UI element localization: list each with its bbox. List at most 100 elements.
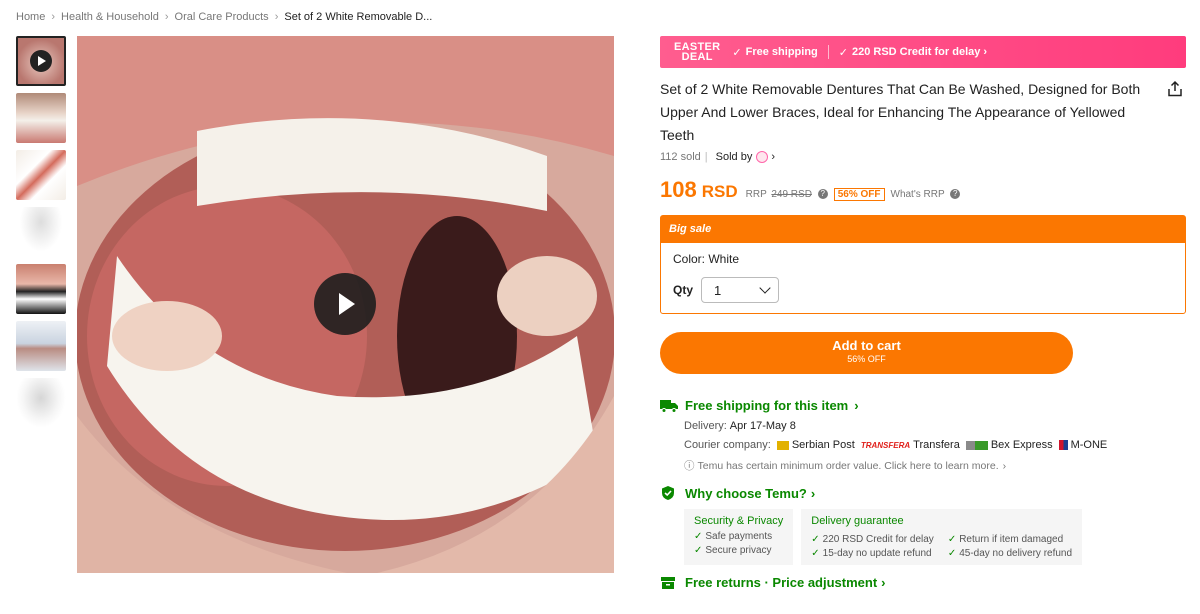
guarantee-item: 15-day no update refund xyxy=(822,548,932,559)
chevron-right-icon: › xyxy=(983,46,988,58)
price-row: 108 RSD RRP 249 RSD ? 56% OFF What's RRP… xyxy=(660,177,1186,203)
free-shipping-text: Free shipping xyxy=(745,46,818,58)
why-choose-title: Why choose Temu? xyxy=(685,485,807,501)
truck-icon xyxy=(660,399,678,413)
chevron-right-icon: › xyxy=(854,398,859,413)
return-box-icon xyxy=(661,576,675,589)
chevron-down-icon xyxy=(759,282,771,294)
breadcrumb-oral-care[interactable]: Oral Care Products xyxy=(175,11,269,23)
free-returns-title: Free returns · Price adjustment xyxy=(685,575,878,590)
deal-tag-line2: DEAL xyxy=(681,51,713,63)
check-icon: ✓ xyxy=(811,534,820,545)
shield-check-icon xyxy=(662,486,674,500)
courier-label: Courier company: xyxy=(684,439,771,451)
whats-rrp-text: What's RRP xyxy=(890,189,945,200)
guarantee-item: 220 RSD Credit for delay xyxy=(822,534,934,545)
breadcrumb-current: Set of 2 White Removable D... xyxy=(284,11,433,23)
delivery-label: Delivery: xyxy=(684,420,727,432)
add-to-cart-button[interactable]: Add to cart 56% OFF xyxy=(660,332,1073,374)
rrp: RRP 249 RSD ? xyxy=(746,189,828,200)
guarantee-cards: Security & Privacy ✓ Safe payments ✓ Secur… xyxy=(684,509,1186,565)
why-choose-link[interactable]: Why choose Temu? › xyxy=(660,485,1186,501)
check-icon: ✓ xyxy=(838,46,848,59)
delivery-guarantee-card[interactable]: Delivery guarantee ✓ 220 RSD Credit for d… xyxy=(801,509,1083,565)
security-item: Secure privacy xyxy=(705,545,772,556)
chevron-right-icon: › xyxy=(881,575,886,590)
courier-transfera: TRANSFERA Transfera xyxy=(861,439,960,451)
info-icon: ⓘ xyxy=(684,460,695,472)
check-icon: ✓ xyxy=(947,534,957,545)
free-shipping-link[interactable]: Free shipping for this item › xyxy=(660,398,1186,413)
price-currency: RSD xyxy=(701,182,738,201)
share-icon[interactable] xyxy=(1166,80,1184,98)
credit-text: 220 RSD Credit for delay xyxy=(851,46,981,58)
courier-name: Bex Express xyxy=(990,439,1053,451)
product-info-panel: EASTER DEAL ✓ Free shipping ✓ 220 RSD Cr… xyxy=(660,36,1186,590)
check-icon: ✓ xyxy=(811,548,820,559)
bex-logo-icon xyxy=(965,440,988,450)
min-order-link[interactable]: ⓘ Temu has certain minimum order value. … xyxy=(684,458,1186,473)
credit-badge[interactable]: ✓ 220 RSD Credit for delay › xyxy=(839,46,987,59)
sold-by-label: Sold by xyxy=(715,151,753,163)
courier-name: Serbian Post xyxy=(791,439,855,451)
color-label: Color: White xyxy=(673,252,740,266)
sold-count: 112 sold xyxy=(660,151,701,163)
quantity-select[interactable]: 1 xyxy=(701,277,780,303)
main-product-image[interactable] xyxy=(77,36,614,573)
delivery-value: Apr 17-May 8 xyxy=(729,420,796,432)
price-value: 108 xyxy=(660,177,697,202)
breadcrumb-health-household[interactable]: Health & Household xyxy=(61,11,159,23)
breadcrumb-home[interactable]: Home xyxy=(16,11,45,23)
thumbnail-strip xyxy=(16,36,66,435)
rrp-value: 249 RSD xyxy=(771,189,812,200)
transfera-logo-icon: TRANSFERA xyxy=(860,440,911,450)
delivery-guarantee-title: Delivery guarantee xyxy=(811,515,904,527)
discount-badge: 56% OFF xyxy=(833,188,885,201)
big-sale-box: Big sale Color: White Qty 1 xyxy=(660,215,1186,314)
courier-serbian-post: Serbian Post xyxy=(776,439,855,451)
sold-info: 112 sold | Sold by › xyxy=(660,151,776,163)
thumbnail-image[interactable] xyxy=(16,378,66,428)
qty-label: Qty xyxy=(673,283,694,297)
thumbnail-image[interactable] xyxy=(16,321,66,371)
easter-deal-tag: EASTER DEAL xyxy=(674,42,720,63)
easter-deal-banner[interactable]: EASTER DEAL ✓ Free shipping ✓ 220 RSD Cr… xyxy=(660,36,1186,68)
thumbnail-image[interactable] xyxy=(16,93,66,143)
check-icon: ✓ xyxy=(694,531,703,542)
video-play-button[interactable] xyxy=(314,273,376,335)
whats-rrp-link[interactable]: What's RRP ? xyxy=(891,189,961,200)
security-item: Safe payments xyxy=(705,531,773,542)
guarantee-item: 45-day no delivery refund xyxy=(959,548,1073,559)
chevron-right-icon: › xyxy=(274,11,279,23)
check-icon: ✓ xyxy=(732,46,742,59)
big-sale-header: Big sale xyxy=(661,216,1185,243)
breadcrumb: Home › Health & Household › Oral Care Pr… xyxy=(16,11,432,23)
add-to-cart-label: Add to cart xyxy=(832,338,901,353)
help-icon[interactable]: ? xyxy=(817,189,828,200)
chevron-right-icon: › xyxy=(810,485,816,501)
play-icon xyxy=(30,50,52,72)
thumbnail-image[interactable] xyxy=(16,150,66,200)
free-returns-link[interactable]: Free returns · Price adjustment › xyxy=(660,575,1186,590)
security-privacy-card[interactable]: Security & Privacy ✓ Safe payments ✓ Secur… xyxy=(684,509,794,565)
chevron-right-icon: › xyxy=(1002,459,1007,472)
free-shipping-title: Free shipping for this item xyxy=(685,398,849,413)
security-title: Security & Privacy xyxy=(694,515,784,527)
chevron-right-icon: › xyxy=(164,11,169,23)
help-icon: ? xyxy=(950,189,961,200)
courier-mone: M-ONE xyxy=(1058,439,1108,451)
chevron-right-icon[interactable]: › xyxy=(771,151,775,163)
free-shipping-badge: ✓ Free shipping xyxy=(732,46,817,59)
courier-bex: Bex Express xyxy=(965,439,1053,451)
product-title: Set of 2 White Removable Dentures That C… xyxy=(660,81,1141,143)
min-order-text: Temu has certain minimum order value. Cl… xyxy=(697,459,999,472)
seller-logo-icon[interactable] xyxy=(756,151,769,163)
delivery-line: Delivery: Apr 17-May 8 xyxy=(684,420,1186,432)
thumbnail-image[interactable] xyxy=(16,264,66,314)
serbian-post-logo-icon xyxy=(776,440,789,450)
thumbnail-image[interactable] xyxy=(16,207,66,257)
thumbnail-video[interactable] xyxy=(16,36,66,86)
guarantee-item: Return if item damaged xyxy=(959,534,1064,545)
courier-name: M-ONE xyxy=(1070,439,1108,451)
chevron-right-icon: › xyxy=(51,11,56,23)
